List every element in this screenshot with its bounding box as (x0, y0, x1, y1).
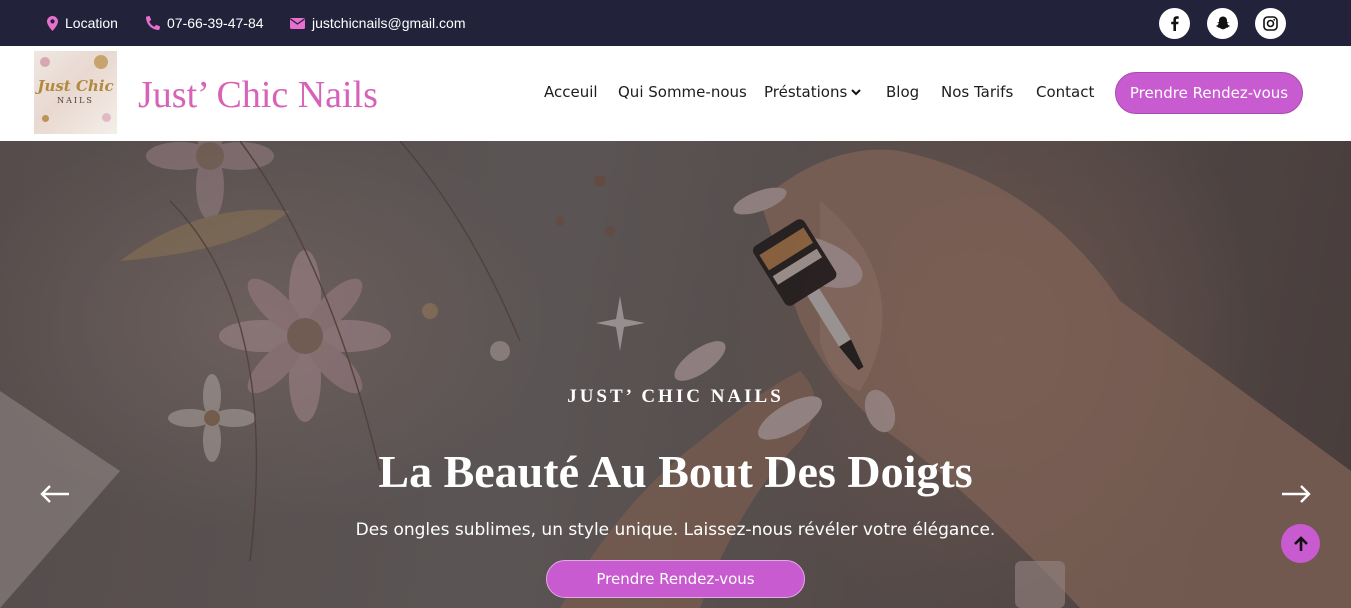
back-to-top-button[interactable] (1281, 524, 1320, 563)
location-label: Location (65, 15, 118, 31)
snapchat-link[interactable] (1207, 8, 1238, 39)
book-appointment-button[interactable]: Prendre Rendez-vous (1115, 72, 1303, 114)
hero-slider: JUST’ CHIC NAILS La Beauté Au Bout Des D… (0, 141, 1351, 608)
arrow-up-icon (1293, 535, 1308, 551)
slider-prev-button[interactable] (39, 481, 71, 507)
nav-about[interactable]: Qui Somme-nous (618, 83, 747, 101)
hero-book-button[interactable]: Prendre Rendez-vous (546, 560, 805, 598)
logo-text-nails: NAILS (57, 96, 94, 105)
envelope-icon (290, 17, 305, 29)
snapchat-icon (1215, 16, 1230, 30)
brand-name[interactable]: Just’ Chic Nails (138, 73, 378, 117)
facebook-icon (1171, 16, 1179, 31)
main-header: Just Chic NAILS Just’ Chic Nails Acceuil… (0, 46, 1351, 141)
map-pin-icon (47, 15, 58, 31)
arrow-left-icon (40, 485, 69, 503)
arrow-right-icon (1282, 485, 1311, 503)
nav-services-label: Préstations (764, 83, 848, 101)
nav-contact[interactable]: Contact (1036, 83, 1094, 101)
instagram-icon (1263, 16, 1278, 31)
chevron-down-icon (851, 89, 862, 96)
nav-blog[interactable]: Blog (886, 83, 919, 101)
hero-title: La Beauté Au Bout Des Doigts (378, 446, 973, 497)
location-link[interactable]: Location (47, 0, 118, 46)
facebook-link[interactable] (1159, 8, 1190, 39)
slider-next-button[interactable] (1280, 481, 1312, 507)
phone-link[interactable]: 07-66-39-47-84 (146, 0, 264, 46)
phone-icon (146, 16, 160, 30)
logo-text-script: Just Chic (37, 77, 114, 95)
instagram-link[interactable] (1255, 8, 1286, 39)
phone-number: 07-66-39-47-84 (167, 15, 264, 31)
nav-services[interactable]: Préstations (764, 83, 862, 101)
hero-subtitle: Des ongles sublimes, un style unique. La… (355, 520, 996, 540)
site-logo[interactable]: Just Chic NAILS (34, 51, 117, 134)
email-link[interactable]: justchicnails@gmail.com (290, 0, 465, 46)
nav-tarifs[interactable]: Nos Tarifs (941, 83, 1013, 101)
email-address: justchicnails@gmail.com (312, 15, 466, 31)
top-bar: Location 07-66-39-47-84 justchicnails@gm… (0, 0, 1351, 46)
hero-eyebrow: JUST’ CHIC NAILS (567, 386, 784, 407)
nav-home[interactable]: Acceuil (544, 83, 598, 101)
